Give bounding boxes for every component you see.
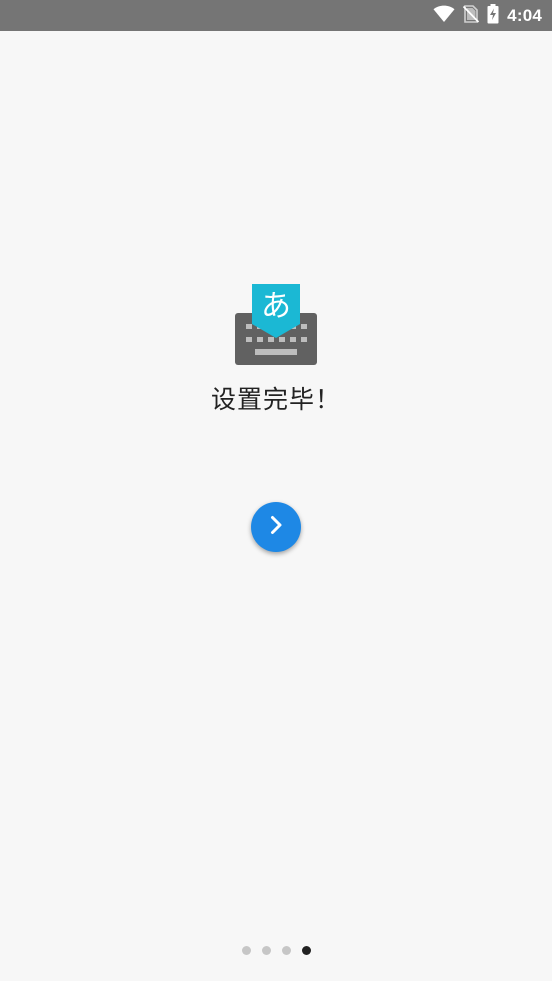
status-bar: 4:04	[0, 0, 552, 31]
no-sim-icon	[463, 4, 480, 27]
status-icons: 4:04	[433, 0, 542, 31]
page-indicator	[0, 946, 552, 955]
wifi-icon	[433, 5, 455, 27]
status-time: 4:04	[507, 5, 542, 25]
page-dot-1	[241, 946, 251, 955]
next-button[interactable]	[251, 502, 301, 552]
chevron-right-icon	[264, 513, 288, 541]
ime-glyph: あ	[261, 289, 291, 324]
page-dot-4	[301, 946, 311, 955]
page-dot-3	[281, 946, 291, 955]
page-title: 设置完毕！	[210, 385, 341, 414]
setup-complete-screen: 4:04 あ 设置完毕！	[0, 0, 552, 981]
page-dot-2	[261, 946, 271, 955]
battery-charging-icon	[487, 3, 499, 28]
japanese-ime-keyboard-icon: あ	[234, 284, 318, 368]
